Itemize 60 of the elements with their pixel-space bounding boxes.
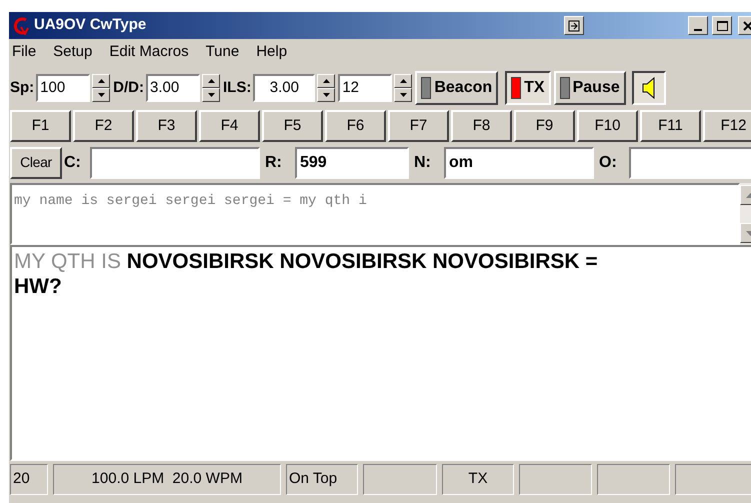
window-arrow-icon: [568, 20, 580, 32]
toggle-button[interactable]: TX: [505, 71, 551, 105]
menu-item[interactable]: File: [12, 40, 36, 64]
spinner-field[interactable]: 3.00: [253, 74, 316, 102]
spinner-label: ILS:: [223, 78, 252, 98]
qso-input-field[interactable]: om: [444, 146, 594, 178]
spin-buttons[interactable]: [317, 74, 336, 102]
menu-item[interactable]: Tune: [206, 40, 240, 64]
spinner-label: Sp:: [10, 78, 34, 98]
window-title: UA9OV CwType: [34, 15, 146, 36]
spin-buttons[interactable]: [92, 74, 110, 102]
macro-key-button[interactable]: F8: [451, 110, 512, 142]
toggle-button[interactable]: Beacon: [415, 71, 498, 105]
clear-button[interactable]: Clear: [10, 146, 62, 178]
toggle-button[interactable]: Pause: [554, 71, 626, 105]
pin-button[interactable]: [564, 16, 584, 35]
field-label: O:: [599, 152, 618, 172]
minimize-button[interactable]: [688, 16, 708, 35]
spinner-field[interactable]: 3.00: [146, 74, 200, 102]
status-panel: 100.0 LPM 20.0 WPM: [53, 464, 281, 495]
spinner-label: D/D:: [113, 78, 144, 98]
minimize-icon: [694, 29, 702, 31]
field-label: N:: [414, 152, 432, 172]
macro-key-button[interactable]: F11: [640, 110, 701, 142]
macro-key-button[interactable]: F2: [73, 110, 134, 142]
indicator-light: [421, 77, 432, 99]
close-icon: [743, 20, 751, 30]
macro-key-button[interactable]: F1: [10, 110, 71, 142]
sound-button[interactable]: [632, 71, 666, 105]
spin-buttons[interactable]: [202, 74, 220, 102]
status-panel: On Top: [286, 464, 358, 495]
maximize-icon: [716, 20, 728, 30]
status-panel: TX: [442, 464, 514, 495]
app-logo-icon: [12, 16, 30, 34]
menu-item[interactable]: Setup: [53, 40, 92, 64]
macro-key-button[interactable]: F10: [577, 110, 638, 142]
received-text: MY QTH IS NOVOSIBIRSK NOVOSIBIRSK NOVOSIBIRSK = HW?: [14, 249, 599, 299]
menu-item[interactable]: Edit Macros: [109, 40, 189, 64]
menu-item[interactable]: Help: [256, 40, 288, 64]
macro-key-button[interactable]: F7: [388, 110, 449, 142]
field-label: R:: [265, 152, 283, 172]
macro-key-button[interactable]: F9: [514, 110, 575, 142]
macro-key-button[interactable]: F4: [199, 110, 260, 142]
qso-input-field[interactable]: 599: [295, 146, 409, 178]
spin-buttons[interactable]: [394, 74, 412, 102]
indicator-light: [560, 77, 570, 99]
speaker-icon: [642, 77, 656, 99]
macro-key-button[interactable]: F5: [262, 110, 323, 142]
macro-key-button[interactable]: F3: [136, 110, 197, 142]
qso-input-field[interactable]: [90, 146, 260, 178]
indicator-light: [511, 77, 522, 99]
qso-input-field[interactable]: [629, 146, 751, 178]
spinner-field[interactable]: 100: [36, 74, 90, 102]
macro-key-button[interactable]: F12: [703, 110, 751, 142]
send-text-area[interactable]: my name is sergei sergei sergei = my qth i: [10, 183, 740, 245]
spinner-field[interactable]: 12: [338, 74, 392, 102]
macro-key-button[interactable]: F6: [325, 110, 386, 142]
maximize-button[interactable]: [712, 16, 732, 35]
field-label: C:: [64, 152, 82, 172]
status-panel: 20: [10, 464, 48, 495]
